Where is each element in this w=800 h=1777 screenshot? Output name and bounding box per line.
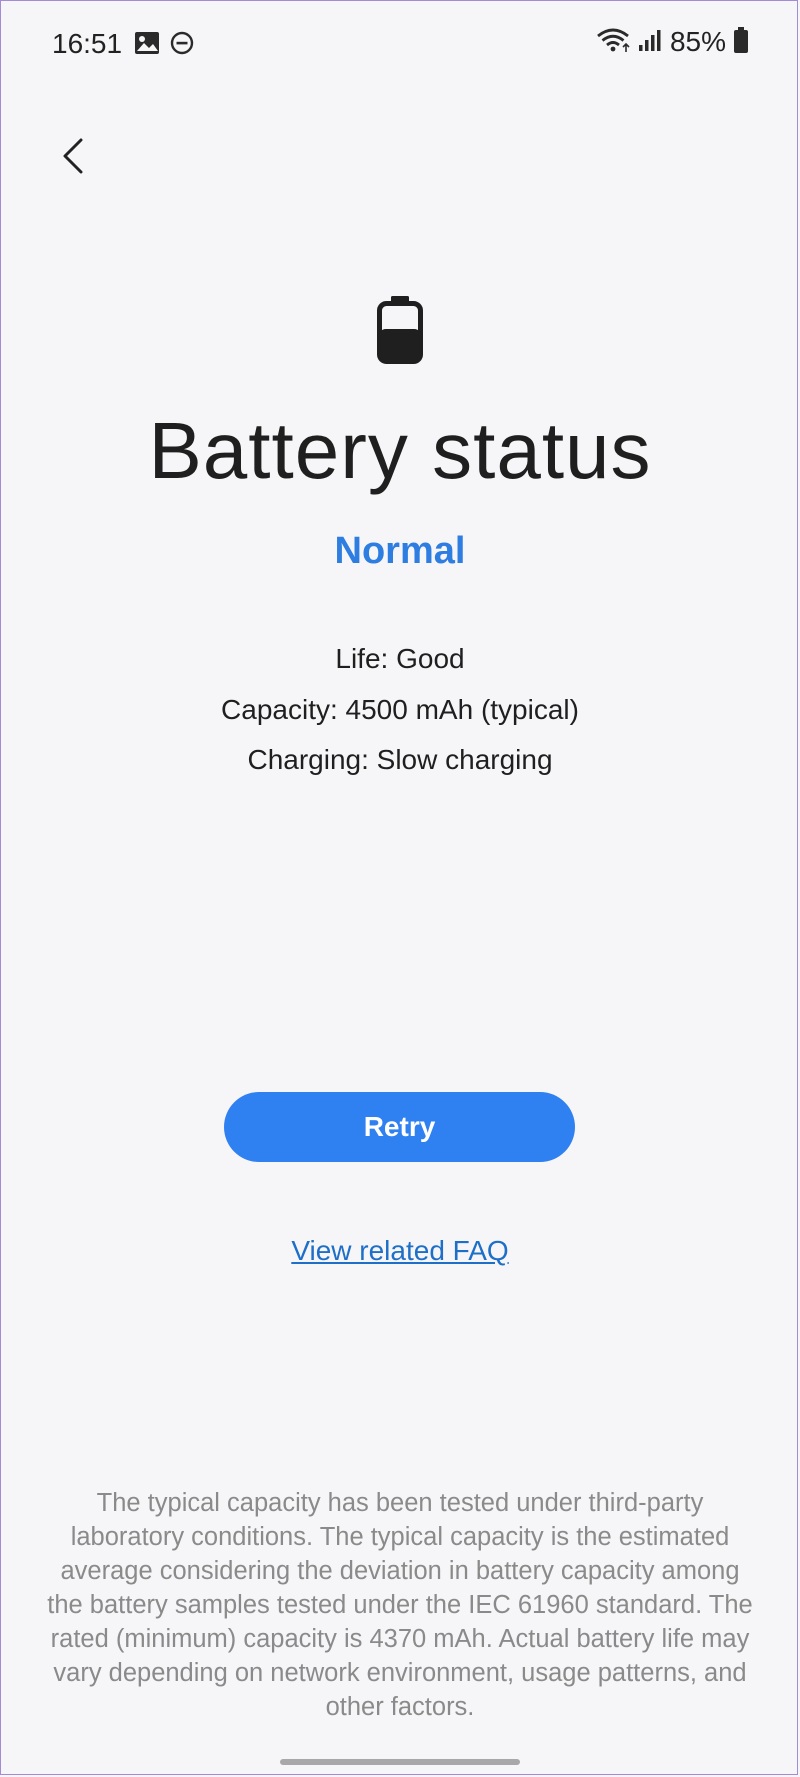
page-title: Battery status — [148, 406, 652, 495]
signal-icon — [638, 28, 662, 57]
life-info: Life: Good — [335, 643, 465, 674]
view-related-faq-link[interactable]: View related FAQ — [0, 1235, 800, 1267]
status-right: 85% — [596, 26, 748, 58]
chevron-left-icon — [61, 138, 85, 179]
image-icon — [134, 31, 160, 60]
battery-icon — [734, 26, 748, 58]
status-left-icons — [134, 31, 194, 60]
status-battery-percent: 85% — [669, 26, 726, 57]
capacity-info: Capacity: 4500 mAh (typical) — [221, 694, 579, 725]
home-indicator[interactable] — [280, 1759, 520, 1765]
charging-info: Charging: Slow charging — [247, 744, 553, 775]
wifi-icon — [596, 27, 630, 58]
status-time: 16:51 — [52, 28, 123, 59]
back-button[interactable] — [50, 130, 96, 186]
battery-status-icon — [377, 296, 423, 369]
capacity-disclaimer: The typical capacity has been tested und… — [47, 1489, 753, 1721]
battery-status-value: Normal — [334, 530, 466, 572]
status-bar: 16:51 85% — [0, 0, 800, 88]
do-not-disturb-icon — [170, 31, 194, 60]
retry-button[interactable]: Retry — [224, 1092, 575, 1162]
